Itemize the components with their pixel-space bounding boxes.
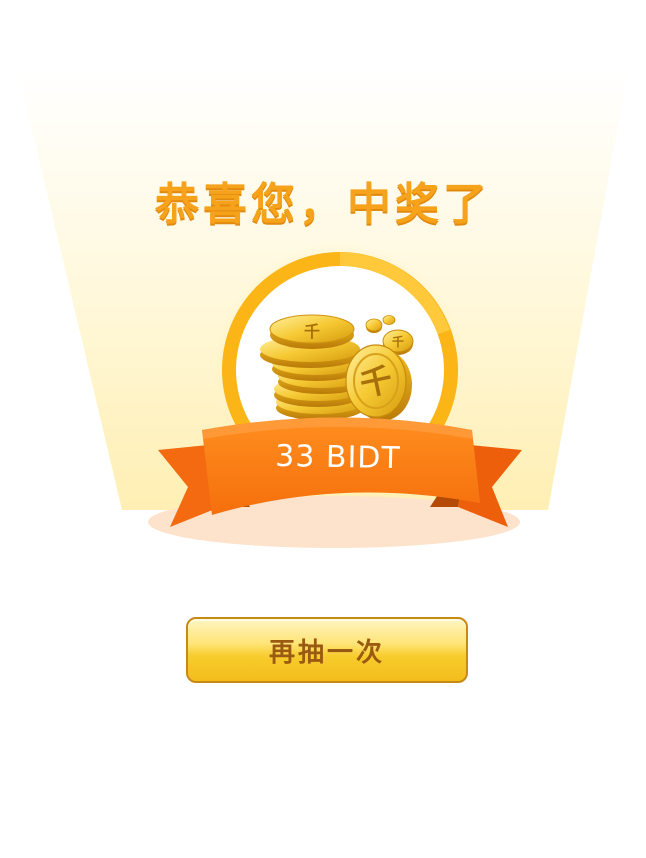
draw-again-button[interactable]: 再抽一次 xyxy=(186,617,468,683)
svg-text:千: 千 xyxy=(304,322,320,341)
prize-amount: 33 BIDT xyxy=(274,438,402,477)
prize-illustration: 千 千 千 xyxy=(158,245,522,527)
draw-again-label: 再抽一次 xyxy=(268,637,385,668)
svg-text:千: 千 xyxy=(392,334,404,349)
win-title: 恭喜您，中奖了 xyxy=(155,179,491,230)
